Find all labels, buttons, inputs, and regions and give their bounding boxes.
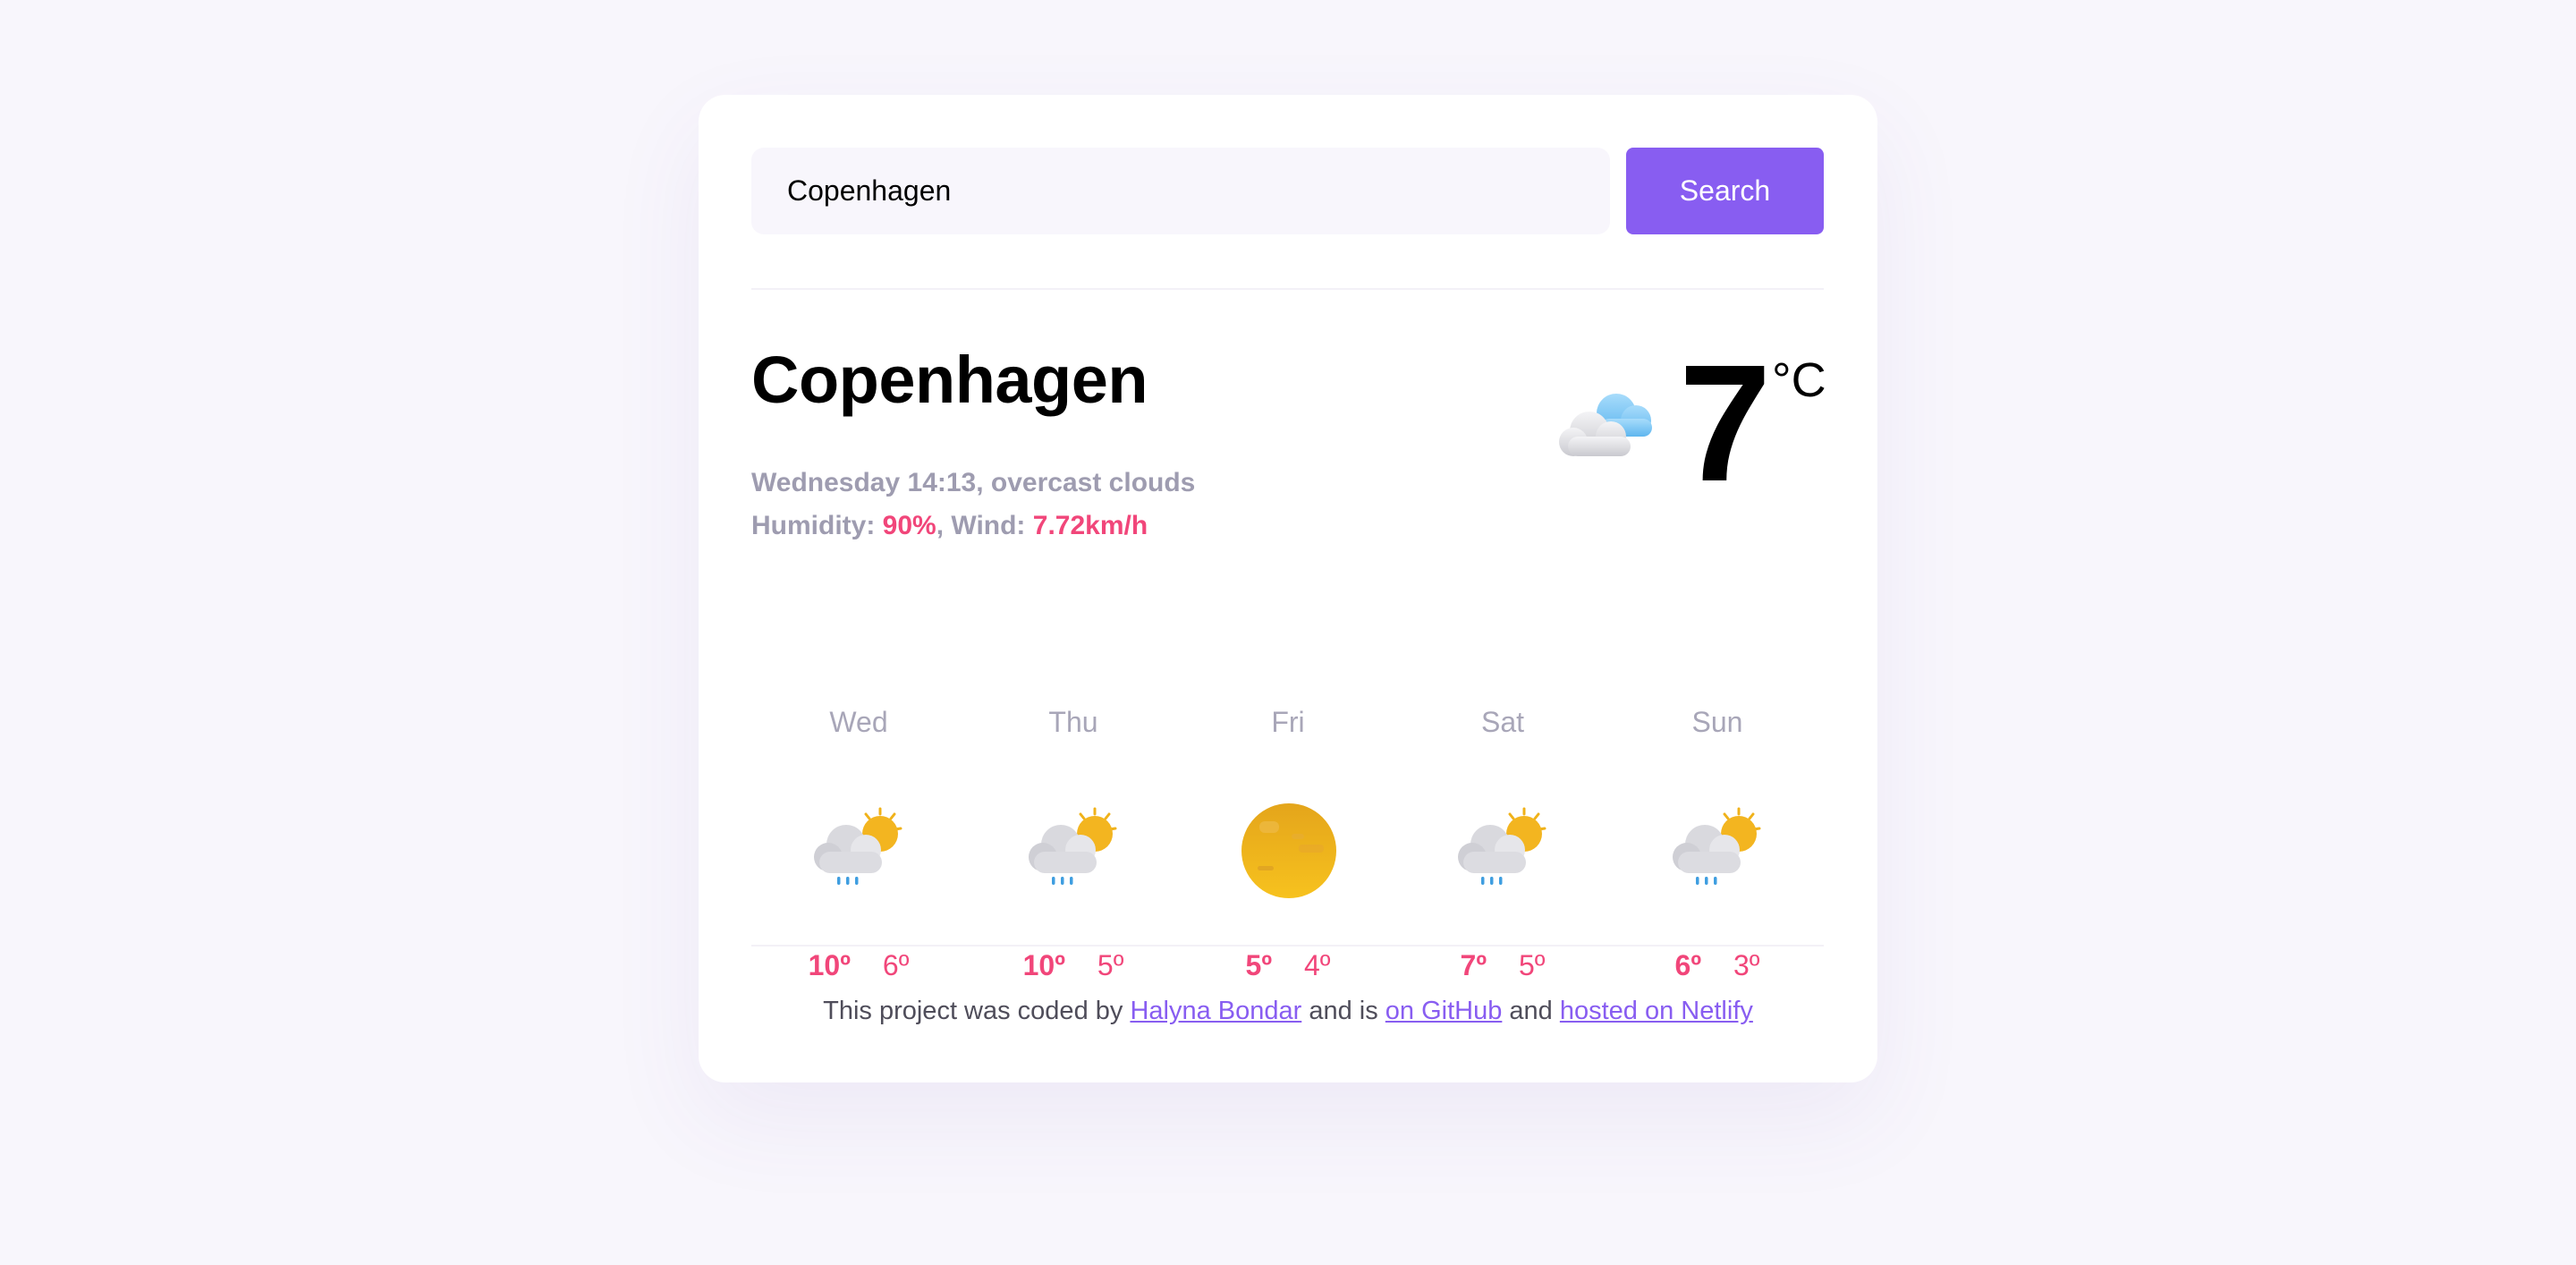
forecast-day: Thu 10º 5º [966,703,1181,981]
current-datetime: Wednesday 14:13 [751,468,977,497]
forecast-day: Sat 7º 5º [1395,703,1610,981]
footer-prefix: This project was coded by [823,997,1131,1025]
sun-icon [1240,802,1338,900]
github-link[interactable]: on GitHub [1385,997,1503,1025]
rain-with-sun-icon [1454,802,1553,900]
forecast-day-name: Fri [1271,706,1305,738]
forecast: Wed 10º 6º Thu 10º 5º Fri 5º 4º Sat 7º 5… [751,703,1825,998]
forecast-max: 6º [1674,949,1701,981]
forecast-temps: 7º 5º [1395,947,1610,984]
forecast-day: Fri 5º 4º [1181,703,1395,981]
footer-text: This project was coded by Halyna Bondar … [0,993,2576,1029]
conditions-line: Humidity: 90%, Wind: 7.72km/h [751,511,1148,540]
overcast-clouds-icon [1555,385,1658,465]
temperature-unit[interactable]: °C [1772,356,1826,404]
search-form: Search [751,148,1824,234]
netlify-link[interactable]: hosted on Netlify [1560,997,1753,1025]
forecast-temps: 5º 4º [1181,947,1395,984]
wind-label: Wind: [951,511,1026,540]
forecast-max: 10º [1022,949,1065,981]
weather-details: Wednesday 14:13, overcast clouds Humidit… [751,462,1195,548]
footer-middle: and is [1301,997,1385,1025]
forecast-min: 4º [1304,949,1331,981]
wind-value: 7.72km/h [1032,511,1148,540]
current-temperature: 7 [1679,331,1771,516]
weather-card: Search Copenhagen Wednesday 14:13, overc… [699,95,1877,1082]
forecast-min: 5º [1519,949,1546,981]
rain-with-sun-icon [1025,802,1123,900]
rain-with-sun-icon [810,802,909,900]
forecast-max: 7º [1460,949,1487,981]
forecast-max: 5º [1245,949,1272,981]
forecast-day-name: Sat [1480,706,1525,738]
search-button[interactable]: Search [1626,148,1824,234]
humidity-value: 90% [882,511,936,540]
forecast-day-name: Thu [1048,706,1098,738]
forecast-min: 6º [882,949,910,981]
forecast-day: Sun 6º 3º [1610,703,1825,981]
divider [751,945,1824,947]
city-name: Copenhagen [751,343,1148,417]
divider [751,288,1824,290]
forecast-temps: 10º 6º [751,947,966,984]
forecast-day-name: Sun [1691,706,1743,738]
datetime-line: Wednesday 14:13, overcast clouds [751,468,1196,497]
search-input[interactable] [751,148,1610,234]
humidity-label: Humidity: [751,511,876,540]
forecast-min: 5º [1097,949,1124,981]
forecast-temps: 10º 5º [966,947,1181,984]
forecast-day-name: Wed [829,706,888,738]
forecast-temps: 6º 3º [1610,947,1825,984]
footer-and: and [1502,997,1560,1025]
forecast-max: 10º [808,949,851,981]
weather-description: overcast clouds [990,468,1196,497]
author-link[interactable]: Halyna Bondar [1130,997,1301,1025]
rain-with-sun-icon [1669,802,1767,900]
forecast-day: Wed 10º 6º [751,703,966,981]
forecast-min: 3º [1733,949,1760,981]
